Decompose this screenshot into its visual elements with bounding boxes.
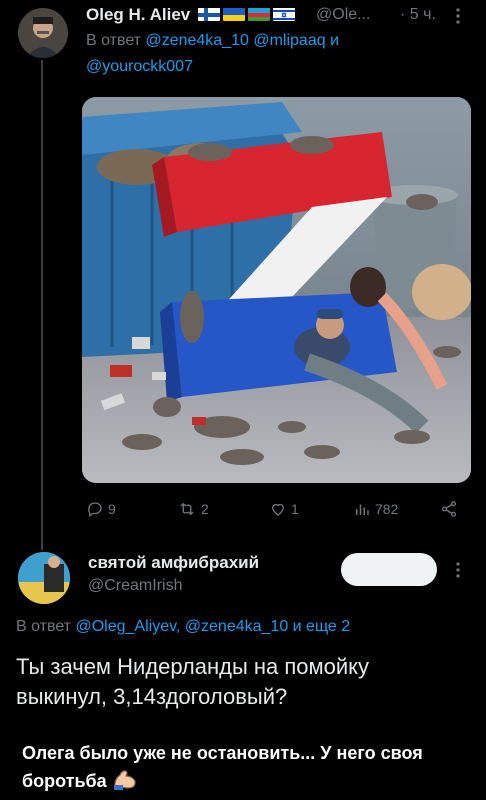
avatar-image	[18, 8, 68, 58]
avatar[interactable]	[18, 552, 70, 604]
tweet-text-line: выкинул, 3,14здоголовый?	[16, 684, 288, 709]
heart-icon	[272, 503, 284, 516]
flag-finland-icon	[197, 7, 220, 21]
views-icon	[356, 504, 369, 515]
like-button[interactable]: 1	[269, 500, 299, 518]
follow-button[interactable]	[341, 553, 437, 586]
tweet-image[interactable]	[82, 97, 471, 483]
retweet-button[interactable]: 2	[177, 500, 209, 518]
flag-ukraine-icon	[222, 7, 245, 21]
tweet-image-art	[82, 97, 471, 483]
author-handle[interactable]: @CreamIrish	[88, 577, 182, 595]
reply-icon	[88, 502, 102, 518]
tweet-time[interactable]: · 5 ч.	[400, 6, 436, 24]
flag-israel-icon	[272, 7, 295, 21]
flag-azerbaijan-icon	[247, 7, 270, 21]
meme-caption: Олега было уже не остановить... У него с…	[22, 740, 472, 799]
tweet-text: Ты зачем Нидерланды на помойку выкинул, …	[16, 652, 456, 712]
reply-mention-yourockk007[interactable]: @yourockk007	[86, 58, 193, 76]
reply-context: В ответ @Oleg_Aliyev, @zene4ka_10 и еще …	[16, 618, 351, 635]
reply-button[interactable]: 9	[86, 500, 116, 518]
share-icon	[441, 501, 457, 517]
retweet-icon	[180, 502, 194, 516]
author-name[interactable]: Oleg H. Aliev	[86, 5, 295, 25]
reply-mentions[interactable]: @Oleg_Aliyev, @zene4ka_10 и еще 2	[75, 618, 350, 635]
more-icon[interactable]	[452, 6, 464, 26]
reply-mentions[interactable]: @zene4ka_10 @mlipaaq и	[145, 32, 339, 49]
reply-context: В ответ @zene4ka_10 @mlipaaq и	[86, 32, 339, 49]
thread-line	[41, 60, 43, 550]
share-button[interactable]	[440, 500, 458, 518]
tweet-text-line: Ты зачем Нидерланды на помойку	[16, 654, 370, 679]
avatar-image	[18, 552, 70, 604]
author-name[interactable]: святой амфибрахий	[88, 553, 259, 573]
avatar[interactable]	[18, 8, 68, 58]
flexed-biceps-emoji	[112, 767, 138, 799]
more-icon[interactable]	[452, 560, 464, 580]
author-handle[interactable]: @Ole...	[316, 6, 370, 24]
views-button[interactable]: 782	[353, 500, 398, 518]
